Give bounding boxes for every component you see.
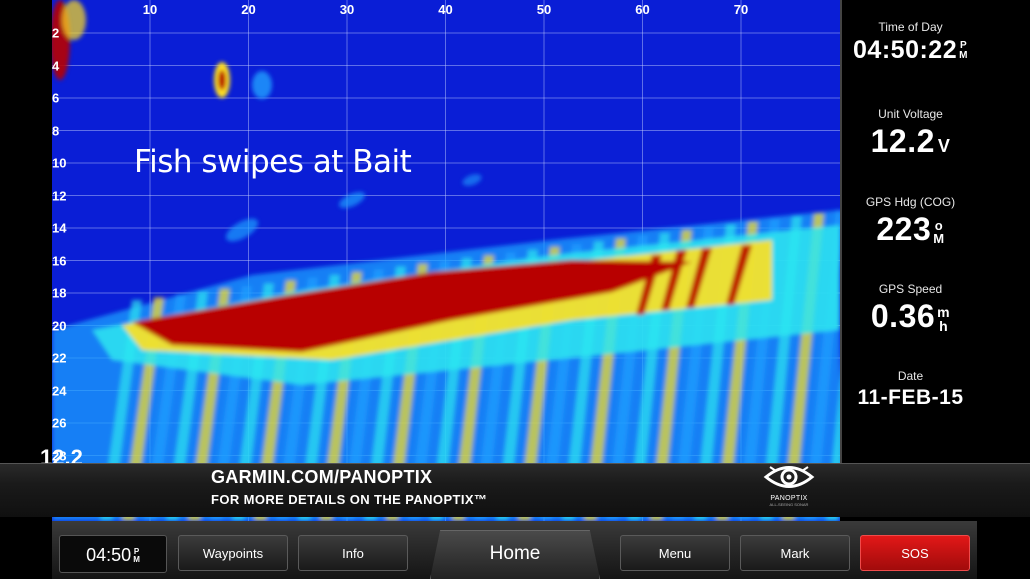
gps-speed-field[interactable]: GPS Speed 0.36 m h: [842, 282, 979, 336]
y-tick-label: 22: [52, 350, 67, 366]
data-sidebar: Time of Day 04:50:22 P M Unit Voltage 12.2…: [840, 0, 979, 463]
heading-digits: 223: [876, 211, 932, 247]
y-tick-label: 8: [52, 123, 60, 138]
y-tick-label: 6: [52, 90, 60, 106]
home-button[interactable]: Home: [430, 530, 600, 579]
clock-display[interactable]: 04:50 P M: [59, 535, 167, 573]
gps-speed-label: GPS Speed: [878, 282, 943, 296]
gps-heading-value: 223 o M: [842, 209, 979, 249]
x-tick-label: 60: [635, 2, 650, 17]
bottom-toolbar: 04:50 P M Waypoints Info Home Menu Mark SO…: [52, 521, 977, 579]
sonar-view[interactable]: 10 20 30 40 50 60 70 2 4 6 8 10 12 14 16 18 20 22 24 26 28 …: [52, 0, 840, 521]
time-of-day-field[interactable]: Time of Day 04:50:22 P M: [842, 20, 979, 66]
x-tick-label: 70: [733, 2, 749, 17]
sonar-echo: [462, 174, 482, 186]
unit-voltage-label: Unit Voltage: [878, 107, 943, 121]
sonar-echo: [62, 0, 86, 40]
voltage-digits: 12.2: [870, 123, 935, 159]
y-tick-label: 10: [52, 155, 67, 171]
date-field[interactable]: Date 11-FEB-15: [842, 369, 979, 413]
x-tick-label: 20: [241, 2, 256, 17]
date-value: 11-FEB-15: [857, 386, 964, 409]
heading-unit-bottom: M: [933, 230, 945, 246]
speed-unit: mh: [937, 305, 950, 333]
y-tick-label: 14: [52, 220, 67, 236]
time-digits: 04:50:22: [853, 36, 958, 64]
speed-digits: 0.36: [870, 298, 936, 334]
clock-digits: 04:50: [86, 545, 132, 565]
time-ampm: PM: [959, 41, 968, 61]
clock-ampm: PM: [133, 548, 140, 564]
y-tick-label: 16: [52, 253, 67, 268]
voltage-unit: V: [937, 136, 951, 156]
x-tick-label: 40: [438, 2, 453, 17]
eye-icon: [763, 466, 815, 488]
y-tick-label: 2: [52, 25, 60, 41]
x-tick-label: 50: [536, 2, 552, 17]
y-tick-label: 18: [52, 285, 67, 301]
gps-heading-label: GPS Hdg (COG): [865, 195, 956, 209]
sonar-echo: [339, 191, 365, 209]
unit-voltage-value: 12.2 V: [842, 121, 979, 166]
y-tick-label: 24: [52, 383, 67, 398]
video-caption: Fish swipes at Bait: [134, 144, 412, 180]
waypoints-button[interactable]: Waypoints: [178, 535, 288, 571]
heading-unit: oM: [933, 219, 944, 245]
time-of-day-value: 04:50:22 P M: [842, 34, 979, 66]
sonar-echo: [218, 70, 226, 90]
y-tick-label: 4: [52, 58, 60, 73]
x-tick-label: 10: [142, 2, 158, 17]
unit-voltage-field[interactable]: Unit Voltage 12.2 V: [842, 107, 979, 166]
mark-button[interactable]: Mark: [740, 535, 850, 571]
gps-heading-field[interactable]: GPS Hdg (COG) 223 o M: [842, 195, 979, 249]
time-ampm-bottom: M: [959, 50, 968, 62]
video-banner: GARMIN.COM/PANOPTIX FOR MORE DETAILS ON …: [0, 463, 1030, 517]
sonar-echo: [225, 218, 259, 242]
date-label: Date: [897, 369, 924, 383]
y-tick-label: 12: [52, 188, 67, 203]
logo-subtext: ALL-SEEING SONAR: [769, 502, 809, 507]
x-tick-label: 30: [339, 2, 355, 17]
logo-text: PANOPTIX: [770, 495, 808, 502]
sos-button[interactable]: SOS: [860, 535, 970, 571]
sonar-return-graphic: [52, 0, 840, 521]
y-tick-label: 20: [52, 318, 67, 333]
info-button[interactable]: Info: [298, 535, 408, 571]
sonar-echo: [252, 71, 272, 99]
y-tick-label: 26: [52, 415, 67, 431]
speed-unit-bottom: h: [939, 317, 949, 334]
banner-title: GARMIN.COM/PANOPTIX: [211, 467, 433, 487]
banner-subtitle: FOR MORE DETAILS ON THE PANOPTIX™: [211, 492, 488, 507]
gps-speed-value: 0.36 m h: [842, 296, 979, 336]
time-of-day-label: Time of Day: [878, 20, 943, 34]
panoptix-logo: PANOPTIX ALL-SEEING SONAR: [762, 462, 816, 512]
menu-button[interactable]: Menu: [620, 535, 730, 571]
clock-ampm-bottom: M: [133, 555, 140, 565]
